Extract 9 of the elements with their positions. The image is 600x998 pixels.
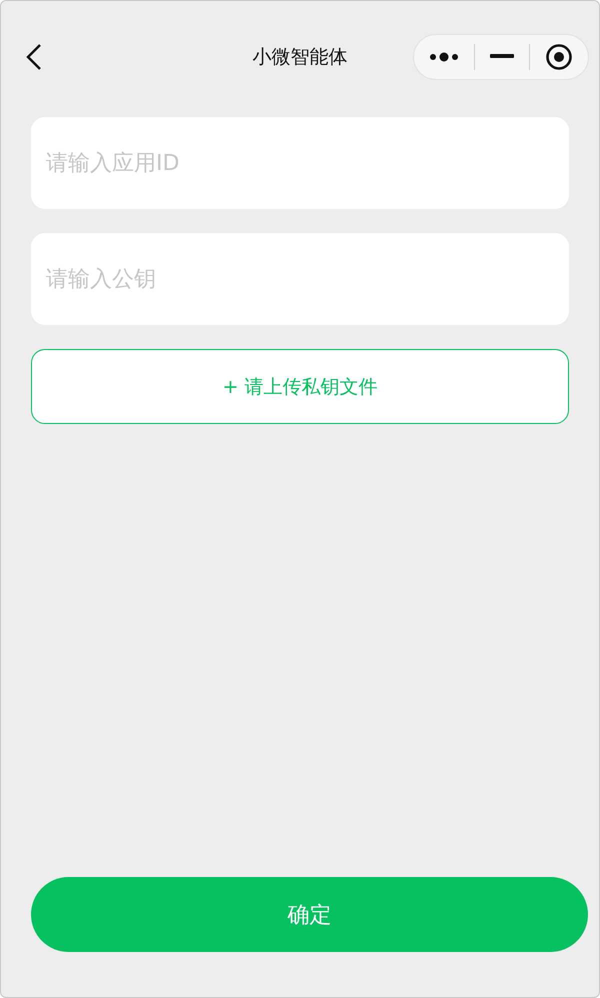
back-icon[interactable] <box>25 43 43 71</box>
input-field[interactable]: 请输入公钥 <box>31 233 569 325</box>
window-title: 小微智能体 <box>252 45 348 70</box>
upload-button[interactable]: + 请上传私钥文件 <box>31 349 569 424</box>
more-icon[interactable] <box>429 51 460 63</box>
close-icon[interactable] <box>544 43 573 71</box>
confirm-button[interactable]: 确定 <box>31 877 588 952</box>
minimize-icon[interactable] <box>490 54 514 60</box>
input-field[interactable]: 请输入应用ID <box>31 117 569 209</box>
